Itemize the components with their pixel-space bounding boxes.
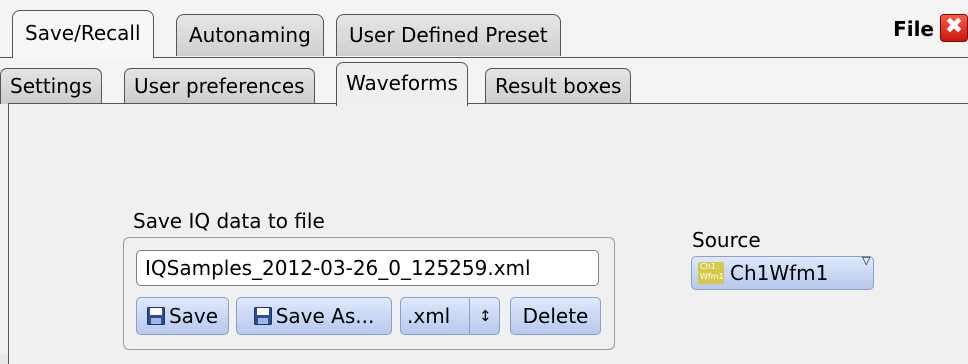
tab-save-recall[interactable]: Save/Recall: [12, 10, 154, 58]
save-iq-group-label: Save IQ data to file: [133, 209, 325, 233]
source-label: Source: [692, 228, 761, 252]
close-icon[interactable]: ✖: [940, 14, 968, 42]
tab-settings[interactable]: Settings: [0, 68, 103, 104]
channel-waveform-icon: Ch1 Wfm1: [698, 262, 724, 284]
source-select[interactable]: Ch1 Wfm1 Ch1Wfm1: [691, 256, 874, 290]
delete-button[interactable]: Delete: [510, 297, 601, 335]
save-button[interactable]: Save: [136, 297, 229, 335]
tab-user-defined-preset[interactable]: User Defined Preset: [336, 14, 561, 56]
file-dialog: Save/Recall Autonaming User Defined Pres…: [0, 0, 968, 364]
save-as-button-label: Save As...: [275, 304, 375, 328]
dropdown-arrow-icon: ▽: [862, 254, 871, 267]
save-as-button[interactable]: Save As...: [236, 297, 392, 335]
waveform-icon-text: Wfm1: [700, 272, 724, 281]
tab-result-boxes[interactable]: Result boxes: [485, 68, 632, 104]
source-select-value: Ch1Wfm1: [730, 261, 829, 285]
dialog-title: File: [893, 17, 934, 41]
filename-input[interactable]: IQSamples_2012-03-26_0_125259.xml: [136, 250, 599, 286]
channel-icon-text: Ch1: [700, 262, 716, 271]
floppy-disk-icon: [253, 307, 272, 325]
tab-autonaming[interactable]: Autonaming: [176, 14, 324, 56]
format-select[interactable]: .xml ↕: [400, 297, 500, 335]
spinner-arrows-icon: ↕: [479, 307, 492, 325]
save-button-label: Save: [168, 304, 219, 328]
tab-user-preferences[interactable]: User preferences: [124, 68, 315, 104]
floppy-disk-icon: [146, 307, 165, 325]
format-select-divider: [469, 298, 470, 334]
tab-waveforms[interactable]: Waveforms: [336, 62, 468, 106]
format-select-value: .xml: [407, 304, 451, 328]
